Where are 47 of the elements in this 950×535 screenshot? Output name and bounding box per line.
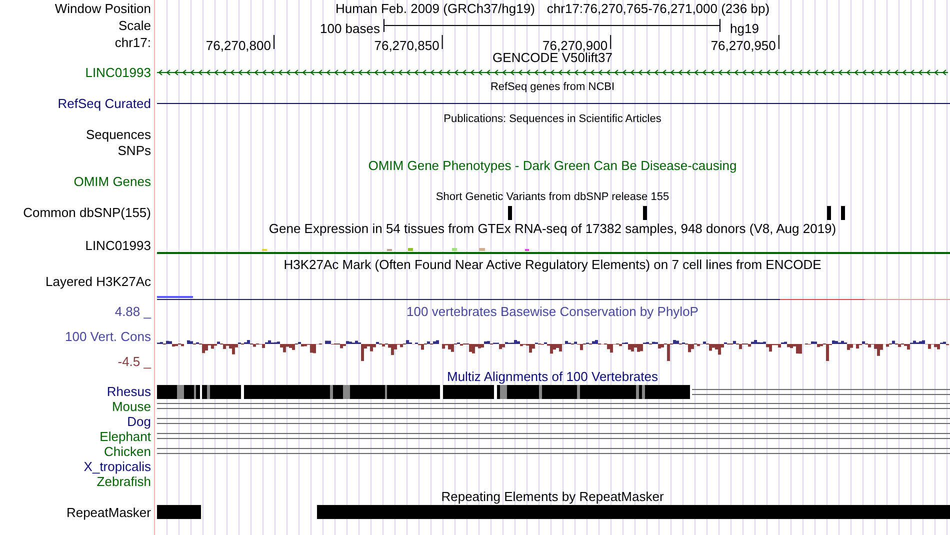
track-label: Common dbSNP(155) [23, 206, 151, 219]
track-title: OMIM Gene Phenotypes - Dark Green Can Be Disease-causing [368, 157, 737, 176]
repeat-block [157, 505, 201, 519]
tick-mark [442, 34, 443, 50]
track-label: LINC01993 [85, 239, 151, 252]
track-label: Elephant [100, 430, 151, 443]
track-label: Rhesus [106, 385, 151, 398]
track-title: RefSeq genes from NCBI [490, 80, 615, 96]
assembly-name: Human Feb. 2009 (GRCh37/hg19) [335, 0, 535, 18]
track-label: RefSeq Curated [58, 96, 151, 110]
track-label: Layered H3K27Ac [45, 275, 151, 288]
track-title: Gene Expression in 54 tissues from GTEx RNA-seq of 17382 samples, 948 donors (V8, Aug 2019) [268, 220, 836, 238]
track-label: X_tropicalis [84, 460, 151, 473]
track-title: Short Genetic Variants from dbSNP release 155 [436, 190, 670, 205]
track-label: LINC01993 [85, 66, 151, 79]
track-label: Window Position [54, 2, 151, 15]
track-title: Multiz Alignments of 100 Vertebrates [446, 368, 658, 386]
coordinate-label: 76,270,850 [374, 37, 440, 55]
track-title: 100 vertebrates Basewise Conservation by PhyloP [406, 303, 698, 322]
track-label: Mouse [112, 400, 151, 413]
track-label: RepeatMasker [66, 506, 151, 518]
variant-mark [827, 206, 831, 220]
track-label: Sequences [86, 128, 151, 141]
track-label: Scale [118, 19, 151, 32]
tick-mark [778, 34, 780, 50]
coordinate-label: 76,270,900 [542, 37, 608, 53]
assembly-label: hg19 [730, 20, 759, 38]
position-text: chr17:76,270,765-76,271,000 (236 bp) [546, 0, 770, 18]
track-label: Chicken [104, 445, 151, 458]
scale-label: 100 bases [320, 20, 380, 38]
track-label: chr17: [114, 36, 151, 49]
track-title: Publications: Sequences in Scientific Articles [444, 112, 662, 127]
track-label: 100 Vert. Cons [65, 330, 151, 343]
variant-mark [508, 206, 512, 220]
track-label: OMIM Genes [74, 175, 151, 188]
tick-mark [610, 34, 612, 50]
track-label: -4.5 _ [118, 355, 151, 368]
track-label: 4.88 _ [114, 305, 151, 318]
track-title: Repeating Elements by RepeatMasker [441, 488, 664, 506]
track-label: SNPs [118, 144, 151, 156]
variant-mark [841, 206, 845, 220]
track-label: Dog [127, 415, 151, 428]
track-label: Zebrafish [96, 475, 151, 488]
variant-mark [643, 206, 647, 220]
coordinate-label: 76,270,800 [206, 37, 271, 55]
coordinate-label: 76,270,950 [710, 37, 776, 55]
track-title: H3K27Ac Mark (Often Found Near Active Regulatory Elements) on 7 cell lines from ENCODE [284, 256, 822, 274]
